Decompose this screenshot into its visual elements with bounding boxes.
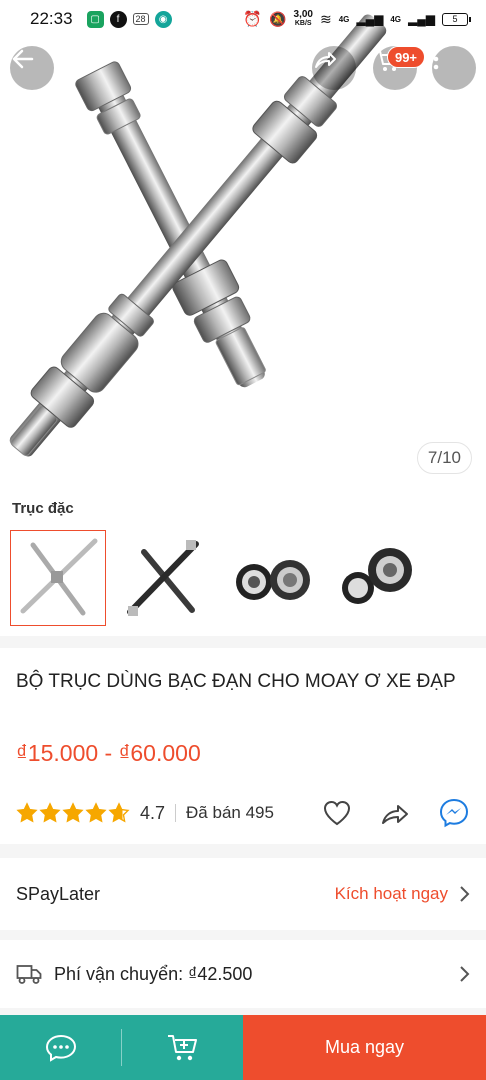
rating-stars xyxy=(16,802,130,824)
more-vertical-icon xyxy=(433,48,439,70)
variation-thumb-3[interactable] xyxy=(224,530,320,626)
product-image[interactable]: 99+ 7/10 xyxy=(0,0,486,486)
cart-count-badge: 99+ xyxy=(387,46,425,68)
product-info: BỘ TRỤC DÙNG BẠC ĐẠN CHO MOAY Ơ XE ĐẠP ₫… xyxy=(0,648,486,844)
heart-icon[interactable] xyxy=(322,799,352,827)
image-counter: 7/10 xyxy=(416,442,472,474)
shipping-row[interactable]: Phí vận chuyển: ₫42.500 xyxy=(0,940,486,1008)
star-icon xyxy=(62,802,84,823)
add-to-cart-button[interactable] xyxy=(122,1015,243,1080)
notification-app-icon: ▢ xyxy=(86,10,104,28)
signal-2: 4G xyxy=(390,14,402,24)
battery-icon: 5 xyxy=(442,12,471,26)
rating-value: 4.7 xyxy=(140,802,166,823)
chevron-right-icon xyxy=(460,966,470,982)
variation-thumb-4[interactable] xyxy=(330,530,426,626)
chat-icon xyxy=(45,1034,76,1062)
signal-bars-icon: ▂▄▆ xyxy=(408,12,435,26)
status-bar: 22:33 ▢ f 28 ◉ ⏰ 🔕 3,00 KB/S ≋ 4G ▂▄▆ 4G… xyxy=(0,0,486,38)
spaylater-label: SPayLater xyxy=(16,883,101,904)
share-icon[interactable] xyxy=(380,799,410,827)
back-button[interactable] xyxy=(10,46,54,90)
star-icon xyxy=(108,802,130,823)
alarm-icon: ⏰ xyxy=(243,11,263,28)
spaylater-cta-text: Kích hoạt ngay xyxy=(334,884,448,903)
wifi-icon: ≋ xyxy=(319,10,332,27)
signal-bars-icon: ▂▄▆ xyxy=(356,12,384,26)
share-button[interactable] xyxy=(312,46,356,90)
messenger-icon[interactable] xyxy=(438,797,470,829)
spaylater-row[interactable]: SPayLater Kích hoạt ngay xyxy=(0,858,486,930)
variation-thumb-1[interactable] xyxy=(10,530,106,626)
product-actions xyxy=(322,797,470,829)
rating-row: 4.7 Đã bán 495 xyxy=(16,798,470,828)
product-page: 99+ 7/10 22:33 ▢ f 28 ◉ ⏰ 🔕 3,00 KB/S ≋ … xyxy=(0,0,486,1080)
status-indicators: ⏰ 🔕 3,00 KB/S ≋ 4G ▂▄▆ 4G ▂▄▆ 5 xyxy=(243,9,471,28)
product-title: BỘ TRỤC DÙNG BẠC ĐẠN CHO MOAY Ơ XE ĐẠP xyxy=(16,671,456,692)
add-to-cart-icon xyxy=(167,1034,197,1060)
sold-count: Đã bán 495 xyxy=(186,803,274,822)
variation-label: Trục đặc xyxy=(12,500,74,517)
axle-black-thumb xyxy=(127,540,199,616)
facebook-icon: f xyxy=(109,10,127,28)
calendar-icon: 28 xyxy=(132,13,149,25)
buy-now-button[interactable]: Mua ngay xyxy=(243,1015,486,1080)
chat-button[interactable] xyxy=(0,1015,121,1080)
variation-thumb-2[interactable] xyxy=(116,530,212,626)
star-icon xyxy=(85,802,107,823)
spaylater-activate-link[interactable]: Kích hoạt ngay xyxy=(335,884,470,904)
bearing-pair-thumb xyxy=(236,560,310,600)
truck-icon xyxy=(16,965,42,984)
chevron-right-icon xyxy=(460,886,470,902)
bottom-action-bar: Mua ngay xyxy=(0,1015,486,1080)
share-icon xyxy=(315,52,336,68)
axle-silver-thumb xyxy=(20,538,98,616)
divider xyxy=(175,804,177,822)
status-time: 22:33 xyxy=(30,9,73,28)
more-options-button[interactable] xyxy=(432,46,476,90)
chat-app-icon: ◉ xyxy=(154,10,172,28)
net-speed: 3,00 KB/S xyxy=(293,9,313,28)
divider xyxy=(121,1015,122,1080)
signal-1: 4G xyxy=(338,14,350,24)
arrow-left-icon xyxy=(12,49,34,69)
star-icon xyxy=(39,802,61,823)
silent-icon: 🔕 xyxy=(269,10,287,27)
variation-selector: Trục đặc xyxy=(0,486,486,636)
product-price: ₫15.000 - ₫60.000 xyxy=(16,740,201,766)
star-icon xyxy=(16,802,38,823)
shipping-fee: Phí vận chuyển: ₫42.500 xyxy=(54,963,253,984)
bearing-single-thumb xyxy=(342,548,412,604)
